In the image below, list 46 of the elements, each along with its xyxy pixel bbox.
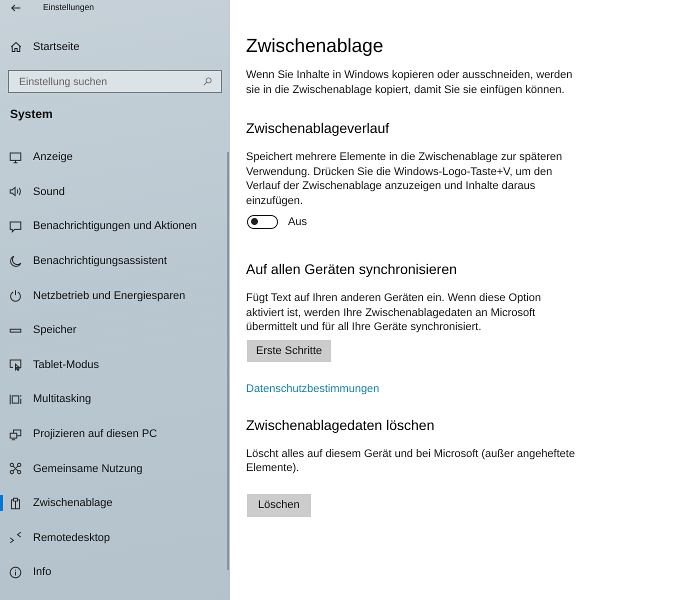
moon-icon bbox=[9, 254, 22, 268]
chevrons-icon bbox=[9, 531, 22, 544]
power-icon bbox=[9, 289, 22, 302]
section-heading: Zwischenablageverlauf bbox=[246, 119, 390, 138]
sidebar-item[interactable]: Gemeinsame Nutzung bbox=[0, 451, 230, 486]
sidebar-item[interactable]: Benachrichtigungen und Aktionen bbox=[0, 209, 230, 244]
section-description: Fügt Text auf Ihren anderen Geräten ein. Wenn diese Option aktiviert ist, werden Ihre Zwischenablagedaten an Microsoft übermittelt und für all Ihre Geräte synchronisiert. bbox=[246, 291, 542, 334]
scrollbar[interactable] bbox=[227, 152, 229, 570]
section-heading: Auf allen Geräten synchronisieren bbox=[246, 260, 457, 279]
sidebar-item[interactable]: Anzeige bbox=[0, 140, 230, 175]
section-description: Löscht alles auf diesem Gerät und bei Microsoft (außer angeheftete Elemente). bbox=[246, 446, 576, 476]
search-field[interactable]: Einstellung suchen bbox=[8, 70, 222, 93]
category-label: System bbox=[9, 106, 54, 122]
sidebar-item[interactable]: Info bbox=[0, 555, 230, 590]
sidebar-item[interactable]: Speicher bbox=[0, 312, 230, 348]
monitor-icon bbox=[9, 150, 22, 164]
action-button[interactable]: Löschen bbox=[247, 494, 311, 516]
sidebar-item[interactable]: Netzbetrieb und Energiesparen bbox=[0, 278, 230, 313]
speech-bubble-icon bbox=[9, 220, 22, 233]
sidebar-item[interactable]: Sound bbox=[0, 174, 230, 210]
home-link[interactable]: Startseite bbox=[0, 37, 80, 57]
tablet-pointer-icon bbox=[9, 358, 22, 372]
share-icon bbox=[9, 462, 22, 476]
window-title: Einstellungen bbox=[43, 1, 94, 14]
sidebar-item[interactable]: Tablet-Modus bbox=[0, 348, 230, 382]
action-button[interactable]: Erste Schritte bbox=[247, 340, 332, 362]
sidebar-item[interactable]: Benachrichtigungsassistent bbox=[0, 244, 230, 278]
window-bars-icon bbox=[9, 392, 22, 406]
two-screens-icon bbox=[9, 428, 22, 441]
info-icon bbox=[9, 566, 22, 579]
sidebar-item[interactable]: Remotedesktop bbox=[0, 520, 230, 556]
toggle-label: Aus bbox=[288, 216, 307, 228]
clipboard-icon bbox=[9, 496, 22, 510]
intro-text: Wenn Sie Inhalte in Windows kopieren oder ausschneiden, werden sie in die Zwischenablage kopiert, damit Sie sie einfügen können. bbox=[246, 68, 574, 97]
section-description: Speichert mehrere Elemente in die Zwischenablage zur späteren Verwendung. Drücken Sie die Windows-Logo-Taste+V, um den Verlauf der Zwischenablage anzuzeigen und Inhalte daraus einzufügen. bbox=[246, 150, 564, 208]
back-arrow-icon[interactable] bbox=[11, 4, 21, 12]
search-icon bbox=[203, 77, 212, 86]
toggle-switch[interactable] bbox=[247, 215, 278, 229]
sidebar-item[interactable]: Projizieren auf diesen PC bbox=[0, 416, 230, 452]
privacy-link[interactable]: Datenschutzbestimmungen bbox=[246, 382, 380, 396]
page-title: Zwischenablage bbox=[246, 35, 384, 59]
speaker-icon bbox=[9, 185, 22, 198]
sidebar-item[interactable]: Multitasking bbox=[0, 382, 230, 417]
home-icon bbox=[10, 41, 22, 53]
sidebar-item[interactable]: Zwischenablage bbox=[0, 486, 230, 521]
section-heading: Zwischenablagedaten löschen bbox=[246, 416, 434, 434]
